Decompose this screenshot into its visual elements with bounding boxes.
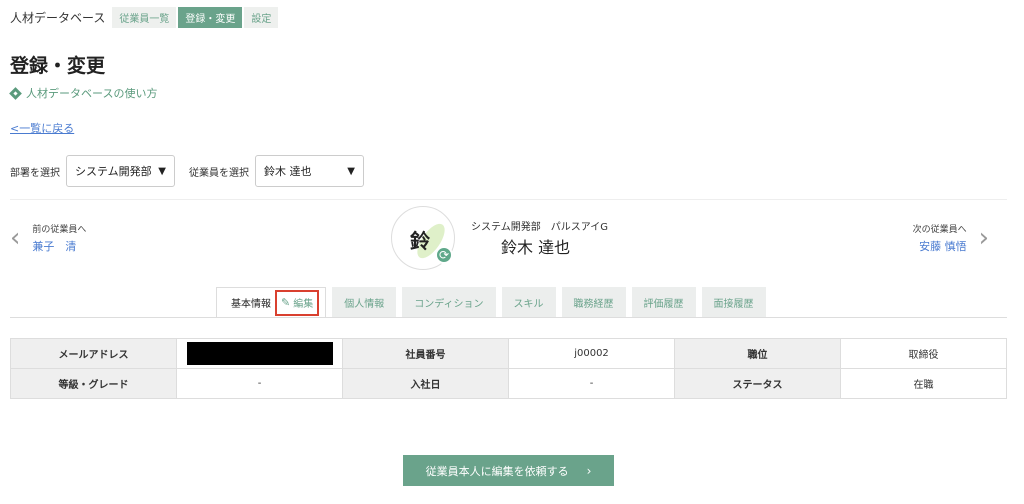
employee-select[interactable]: 鈴木 達也 ▼ [255, 155, 364, 187]
tab-basic-info-label: 基本情報 [231, 299, 271, 310]
help-link[interactable]: 人材データベースの使い方 [9, 85, 158, 101]
position-value: 取締役 [840, 338, 1007, 369]
tab-underline [10, 317, 1007, 318]
page-title: 登録・変更 [10, 55, 106, 77]
tab-basic-info[interactable]: 基本情報 ✎ 編集 [216, 287, 327, 318]
caret-down-icon: ▼ [158, 165, 166, 177]
back-to-list-link[interactable]: <一覧に戻る [10, 120, 74, 136]
nav-register-edit[interactable]: 登録・変更 [178, 7, 243, 28]
dept-select[interactable]: システム開発部 ▼ [66, 155, 175, 187]
prev-employee-name[interactable]: 兼子 清 [32, 238, 86, 254]
join-date-value: - [508, 368, 675, 399]
profile-name: 鈴木 達也 [501, 238, 571, 257]
prev-employee-nav[interactable]: ‹ 前の従業員へ 兼子 清 [10, 222, 86, 254]
chevron-right-icon: › [586, 463, 592, 478]
avatar-initial: 鈴 [410, 229, 430, 253]
mail-value [176, 338, 343, 369]
dept-select-value: システム開発部 [75, 165, 152, 178]
table-row: 等級・グレード - 入社日 - ステータス 在職 [10, 368, 1007, 399]
top-nav: 従業員一覧 登録・変更 設定 [112, 7, 280, 28]
tab-interview[interactable]: 面接履歴 [701, 287, 766, 317]
tab-evaluation[interactable]: 評価履歴 [631, 287, 696, 317]
help-link-label: 人材データベースの使い方 [26, 87, 158, 100]
request-edit-label: 従業員本人に編集を依頼する [425, 464, 569, 478]
app-title: 人材データベース [10, 11, 106, 25]
top-bar: 人材データベース 従業員一覧 登録・変更 設定 [10, 7, 280, 28]
basic-info-table: メールアドレス 社員番号 j00002 職位 取締役 等級・グレード - 入社日… [10, 338, 1007, 399]
nav-employee-list[interactable]: 従業員一覧 [112, 7, 177, 28]
nav-settings[interactable]: 設定 [244, 7, 279, 28]
employee-no-value: j00002 [508, 338, 675, 369]
caret-down-icon: ▼ [347, 165, 355, 177]
join-date-label: 入社日 [342, 368, 509, 399]
edit-button-label: 編集 [293, 299, 314, 310]
divider [10, 199, 1007, 200]
profile-department: システム開発部 パルスアイG [471, 222, 608, 233]
edit-button[interactable]: ✎ 編集 [275, 289, 320, 316]
employee-no-label: 社員番号 [342, 338, 509, 369]
prev-employee-caption: 前の従業員へ [32, 225, 87, 235]
diamond-icon [9, 86, 22, 100]
request-edit-button[interactable]: 従業員本人に編集を依頼する › [403, 455, 614, 486]
chevron-right-icon: › [978, 223, 989, 253]
table-row: メールアドレス 社員番号 j00002 職位 取締役 [10, 338, 1007, 369]
status-label: ステータス [674, 368, 841, 399]
filter-row: 部署を選択 システム開発部 ▼ 従業員を選択 鈴木 達也 ▼ [10, 155, 364, 187]
employee-select-value: 鈴木 達也 [264, 165, 312, 178]
dept-select-label: 部署を選択 [10, 167, 60, 179]
position-label: 職位 [674, 338, 841, 369]
chevron-left-icon: ‹ [10, 223, 21, 253]
tab-career[interactable]: 職務経歴 [561, 287, 626, 317]
tab-personal-info[interactable]: 個人情報 [332, 287, 397, 317]
status-value: 在職 [840, 368, 1007, 399]
tab-condition[interactable]: コンディション [402, 287, 496, 317]
redacted-block [186, 342, 333, 365]
tab-bar: 基本情報 ✎ 編集 個人情報 コンディション スキル 職務経歴 評価履歴 面接履… [216, 287, 772, 318]
grade-value: - [176, 368, 343, 399]
next-employee-nav[interactable]: 次の従業員へ 安藤 慎悟 › [913, 222, 989, 254]
pencil-icon: ✎ [281, 296, 291, 309]
emp-select-label: 従業員を選択 [189, 167, 249, 179]
next-employee-name[interactable]: 安藤 慎悟 [913, 238, 967, 254]
tab-skill[interactable]: スキル [501, 287, 556, 317]
grade-label: 等級・グレード [10, 368, 177, 399]
mail-label: メールアドレス [10, 338, 177, 369]
refresh-icon[interactable]: ⟳ [435, 246, 453, 264]
next-employee-caption: 次の従業員へ [912, 225, 967, 235]
